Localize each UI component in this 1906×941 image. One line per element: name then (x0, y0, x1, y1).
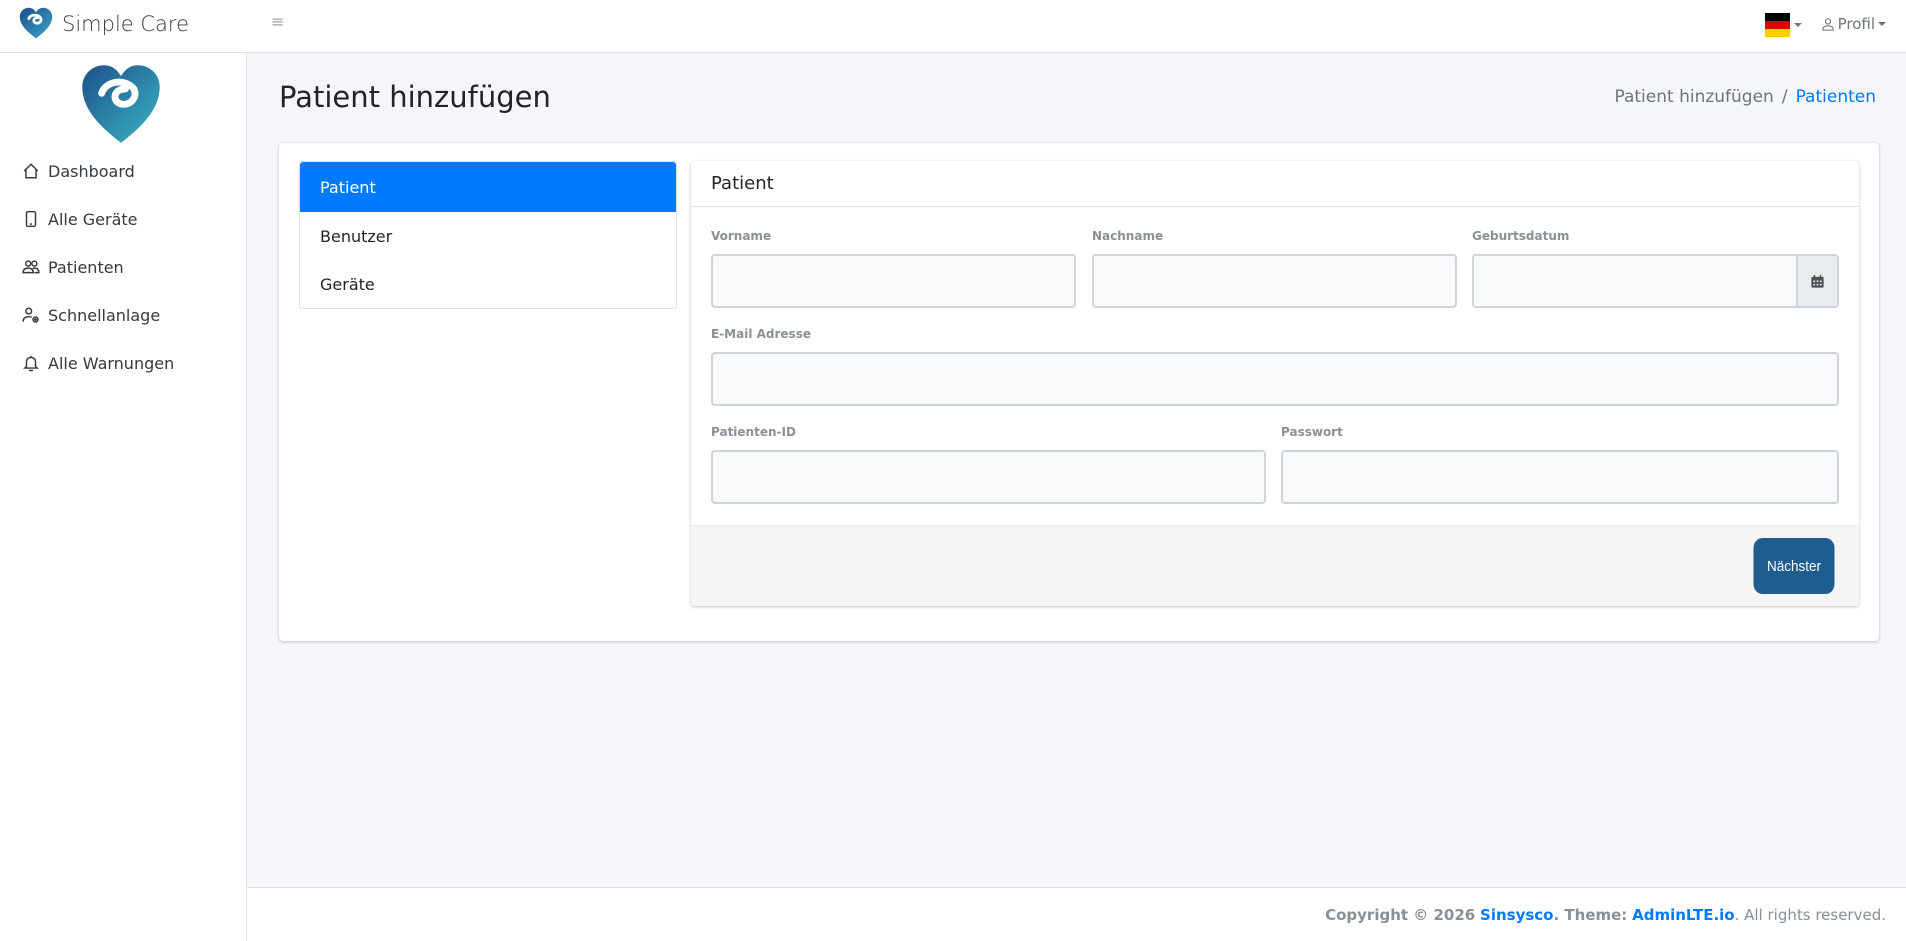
calendar-icon (1811, 274, 1824, 288)
nachname-label: Nachname (1092, 229, 1164, 243)
breadcrumb-link-patienten[interactable]: Patienten (1796, 87, 1876, 107)
nachname-field[interactable] (1092, 254, 1457, 308)
geburtsdatum-field[interactable] (1472, 254, 1798, 308)
page-title: Patient hinzufügen (279, 80, 551, 114)
heart-logo-icon (19, 7, 53, 39)
step-tab-benutzer[interactable]: Benutzer (300, 212, 676, 260)
copyright-label: Copyright © 2026 (1325, 906, 1476, 924)
vorname-field[interactable] (711, 254, 1076, 308)
language-dropdown[interactable] (1765, 12, 1802, 38)
person-icon (1821, 18, 1834, 31)
chevron-down-icon (1878, 22, 1886, 26)
breadcrumb-separator: / (1781, 87, 1788, 107)
breadcrumb-current: Patient hinzufügen (1614, 87, 1774, 107)
page-footer: Copyright © 2026 Sinsysco. Theme: AdminL… (247, 887, 1906, 941)
step-tab-geraete[interactable]: Geräte (300, 260, 676, 308)
sidebar-item-label: Alle Geräte (48, 209, 138, 229)
patienten-id-label: Patienten-ID (711, 425, 796, 439)
passwort-label: Passwort (1281, 425, 1343, 439)
step-tab-patient[interactable]: Patient (300, 162, 676, 212)
copyright-text: Copyright © 2026 Sinsysco. Theme: AdminL… (1325, 906, 1886, 924)
people-icon (22, 260, 40, 274)
sidebar-item-patienten[interactable]: Patienten (0, 243, 246, 291)
theme-label: . Theme: (1553, 906, 1628, 924)
datepicker-button[interactable] (1797, 254, 1839, 308)
sidebar-item-alle-geraete[interactable]: Alle Geräte (0, 195, 246, 243)
patient-form-card: Patient Vorname Nachname Geburtsdatum E-… (691, 161, 1859, 606)
person-gear-icon (22, 307, 39, 323)
step-list: Patient Benutzer Geräte (299, 161, 677, 309)
profile-dropdown[interactable]: Profil (1821, 13, 1886, 35)
passwort-field[interactable] (1281, 450, 1839, 504)
sidebar-nav: Dashboard Alle Geräte Patienten Schnella… (0, 147, 246, 387)
heart-logo-icon (82, 65, 160, 143)
sidebar-item-label: Alle Warnungen (48, 353, 175, 373)
email-label: E-Mail Adresse (711, 327, 811, 341)
email-field[interactable] (711, 352, 1839, 406)
brand-name: Simple Care (62, 12, 190, 36)
sidebar-item-label: Dashboard (48, 161, 135, 181)
main-card: Patient Benutzer Geräte Patient Vorname … (279, 143, 1879, 641)
sidebar-item-alle-warnungen[interactable]: Alle Warnungen (0, 339, 246, 387)
sidebar-item-label: Schnellanlage (48, 305, 161, 325)
sidebar-item-label: Patienten (48, 257, 124, 277)
house-icon (23, 163, 39, 179)
breadcrumb: Patient hinzufügen / Patienten (1614, 87, 1876, 107)
phone-icon (25, 210, 37, 228)
rights-text: . All rights reserved. (1734, 906, 1886, 924)
bell-icon (23, 355, 39, 372)
geburtsdatum-label: Geburtsdatum (1472, 229, 1570, 243)
german-flag-icon (1765, 12, 1790, 38)
form-footer: Nächster (691, 525, 1859, 606)
brand-link[interactable]: Simple Care (18, 4, 189, 44)
sidebar: Dashboard Alle Geräte Patienten Schnella… (0, 53, 247, 941)
form-card-title: Patient (691, 161, 1859, 207)
sinsysco-link[interactable]: Sinsysco (1480, 906, 1553, 924)
top-navbar: Simple Care ≡ Profil (0, 0, 1906, 53)
sidebar-item-dashboard[interactable]: Dashboard (0, 147, 246, 195)
patienten-id-field[interactable] (711, 450, 1266, 504)
hamburger-icon[interactable]: ≡ (271, 13, 289, 31)
chevron-down-icon (1794, 23, 1802, 27)
next-button[interactable]: Nächster (1753, 538, 1835, 594)
profile-label: Profil (1837, 15, 1875, 33)
vorname-label: Vorname (711, 229, 772, 243)
sidebar-item-schnellanlage[interactable]: Schnellanlage (0, 291, 246, 339)
adminlte-link[interactable]: AdminLTE.io (1632, 906, 1735, 924)
